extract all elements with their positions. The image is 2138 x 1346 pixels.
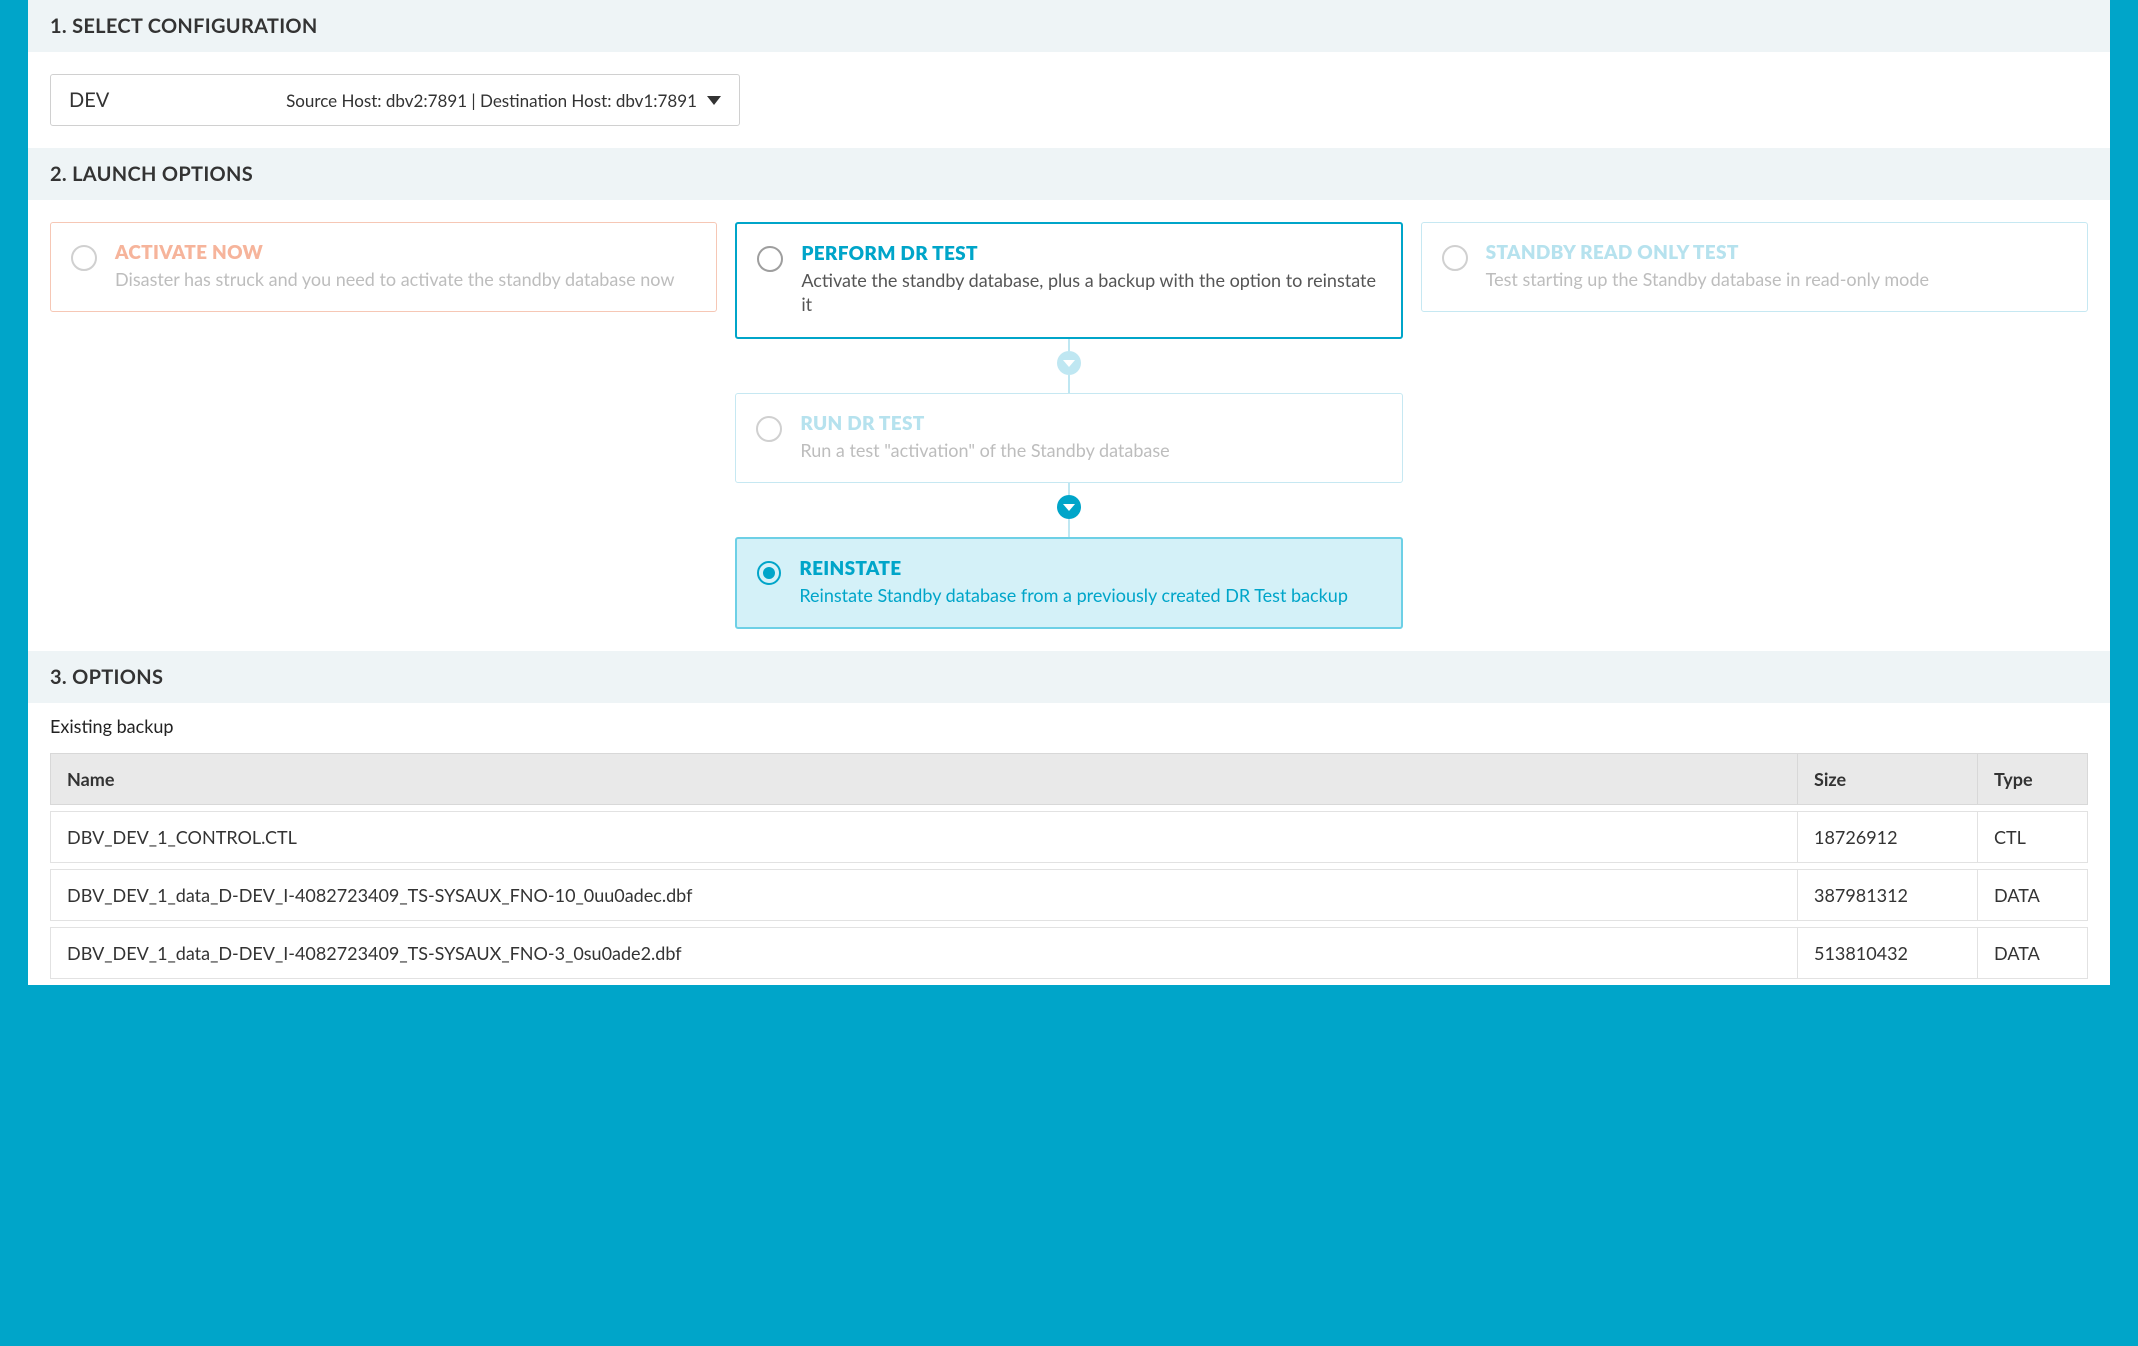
cell-size: 513810432 xyxy=(1798,927,1978,979)
arrow-down-icon xyxy=(1057,495,1081,519)
option-perform-dr-test-title: PERFORM DR TEST xyxy=(801,242,1380,265)
connector-2 xyxy=(1057,483,1081,537)
option-activate-now-title: ACTIVATE NOW xyxy=(115,241,674,264)
section-1-header: 1. SELECT CONFIGURATION xyxy=(28,0,2110,52)
option-run-dr-test-desc: Run a test "activation" of the Standby d… xyxy=(800,438,1169,462)
table-row[interactable]: DBV_DEV_1_data_D-DEV_I-4082723409_TS-SYS… xyxy=(50,927,2088,979)
option-standby-read-only-title: STANDBY READ ONLY TEST xyxy=(1486,241,1929,264)
cell-name: DBV_DEV_1_data_D-DEV_I-4082723409_TS-SYS… xyxy=(50,869,1798,921)
option-run-dr-test[interactable]: RUN DR TEST Run a test "activation" of t… xyxy=(735,393,1402,483)
configuration-select[interactable]: DEV Source Host: dbv2:7891 | Destination… xyxy=(50,74,740,126)
cell-name: DBV_DEV_1_CONTROL.CTL xyxy=(50,811,1798,863)
configuration-env: DEV xyxy=(69,88,109,112)
configuration-hosts: Source Host: dbv2:7891 | Destination Hos… xyxy=(286,90,721,111)
option-activate-now-desc: Disaster has struck and you need to acti… xyxy=(115,267,674,291)
backup-table: Name Size Type DBV_DEV_1_CONTROL.CTL 187… xyxy=(50,747,2088,985)
configuration-hosts-text: Source Host: dbv2:7891 | Destination Hos… xyxy=(286,90,697,111)
cell-type: DATA xyxy=(1978,869,2088,921)
option-reinstate-desc: Reinstate Standby database from a previo… xyxy=(799,583,1348,607)
col-size: Size xyxy=(1798,753,1978,805)
existing-backup-label: Existing backup xyxy=(28,703,2110,747)
table-row[interactable]: DBV_DEV_1_data_D-DEV_I-4082723409_TS-SYS… xyxy=(50,869,2088,921)
caret-down-icon xyxy=(707,96,721,105)
cell-type: DATA xyxy=(1978,927,2088,979)
connector-1 xyxy=(1057,339,1081,393)
option-perform-dr-test-desc: Activate the standby database, plus a ba… xyxy=(801,268,1380,317)
col-type: Type xyxy=(1978,753,2088,805)
option-activate-now[interactable]: ACTIVATE NOW Disaster has struck and you… xyxy=(50,222,717,312)
radio-standby-read-only[interactable] xyxy=(1442,245,1468,271)
cell-size: 18726912 xyxy=(1798,811,1978,863)
radio-activate-now[interactable] xyxy=(71,245,97,271)
option-run-dr-test-title: RUN DR TEST xyxy=(800,412,1169,435)
section-2-header: 2. LAUNCH OPTIONS xyxy=(28,148,2110,200)
radio-run-dr-test[interactable] xyxy=(756,416,782,442)
option-perform-dr-test[interactable]: PERFORM DR TEST Activate the standby dat… xyxy=(735,222,1402,339)
radio-reinstate[interactable] xyxy=(757,561,781,585)
radio-perform-dr-test[interactable] xyxy=(757,246,783,272)
cell-name: DBV_DEV_1_data_D-DEV_I-4082723409_TS-SYS… xyxy=(50,927,1798,979)
cell-type: CTL xyxy=(1978,811,2088,863)
option-reinstate-title: REINSTATE xyxy=(799,557,1348,580)
option-standby-read-only[interactable]: STANDBY READ ONLY TEST Test starting up … xyxy=(1421,222,2088,312)
arrow-down-icon xyxy=(1057,351,1081,375)
option-reinstate[interactable]: REINSTATE Reinstate Standby database fro… xyxy=(735,537,1402,629)
col-name: Name xyxy=(50,753,1798,805)
section-3-header: 3. OPTIONS xyxy=(28,651,2110,703)
table-row[interactable]: DBV_DEV_1_CONTROL.CTL 18726912 CTL xyxy=(50,811,2088,863)
option-standby-read-only-desc: Test starting up the Standby database in… xyxy=(1486,267,1929,291)
cell-size: 387981312 xyxy=(1798,869,1978,921)
